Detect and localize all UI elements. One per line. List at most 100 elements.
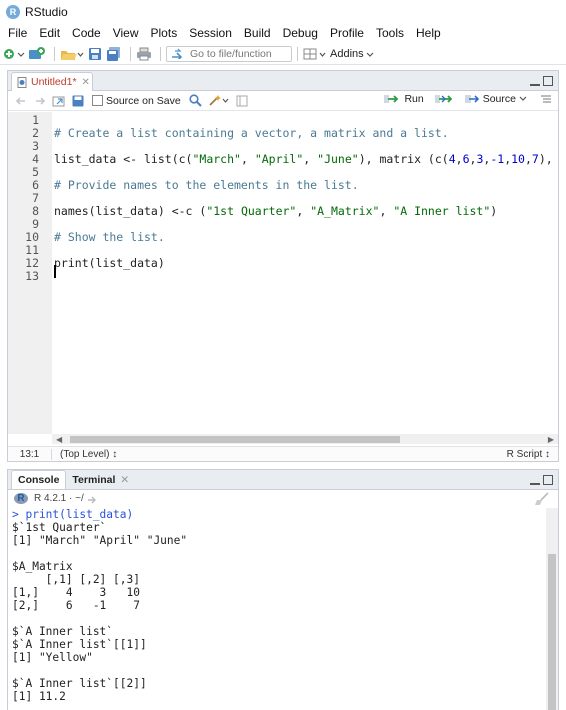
menu-plots[interactable]: Plots bbox=[145, 26, 184, 40]
r-version-label: R 4.2.1 · ~/ bbox=[34, 493, 84, 504]
show-in-window-icon[interactable] bbox=[52, 94, 66, 108]
r-file-icon bbox=[17, 76, 27, 88]
menu-code[interactable]: Code bbox=[66, 26, 107, 40]
code-line[interactable]: list_data <- list(c("March", "April", "J… bbox=[54, 152, 553, 166]
toolbar-separator bbox=[54, 46, 55, 61]
line-number: 6 bbox=[32, 178, 39, 192]
scrollbar-thumb[interactable] bbox=[548, 554, 556, 710]
line-number: 12 bbox=[25, 256, 39, 270]
maximize-pane-icon[interactable] bbox=[543, 475, 553, 485]
scroll-right-arrow-icon[interactable]: ▶ bbox=[548, 435, 554, 444]
source-on-save-checkbox[interactable] bbox=[92, 95, 103, 106]
goto-placeholder: Go to file/function bbox=[190, 47, 272, 60]
console-line: $`A Inner list`[[1]] bbox=[12, 638, 147, 651]
compile-report-icon[interactable] bbox=[235, 94, 249, 108]
menu-build[interactable]: Build bbox=[238, 26, 277, 40]
code-line[interactable]: names(list_data) <-c ("1st Quarter", "A_… bbox=[54, 204, 497, 218]
line-number: 7 bbox=[32, 191, 39, 205]
new-file-button[interactable] bbox=[3, 45, 25, 63]
workspace-panes-button[interactable] bbox=[303, 45, 327, 63]
console-line: [,1] [,2] [,3] bbox=[12, 573, 140, 586]
code-line[interactable]: # Provide names to the elements in the l… bbox=[54, 178, 359, 192]
console-line: [1] 11.2 bbox=[12, 690, 66, 703]
menu-debug[interactable]: Debug bbox=[277, 26, 324, 40]
line-number: 3 bbox=[32, 139, 39, 153]
console-line: $`1st Quarter` bbox=[12, 521, 107, 534]
toolbar-separator bbox=[160, 46, 161, 61]
toolbar-separator bbox=[130, 46, 131, 61]
line-number: 2 bbox=[32, 126, 39, 140]
run-label: Run bbox=[404, 93, 424, 105]
tab-console[interactable]: Console bbox=[11, 470, 67, 489]
tab-terminal[interactable]: Terminal ✕ bbox=[66, 470, 135, 489]
run-button[interactable]: Run bbox=[383, 93, 424, 105]
line-number: 13 bbox=[25, 269, 39, 283]
console-output[interactable]: > print(list_data) $`1st Quarter` [1] "Mar… bbox=[12, 508, 542, 703]
file-type-selector[interactable]: R Script ↕ bbox=[507, 449, 550, 460]
source-label: Source bbox=[482, 93, 516, 105]
open-folder-icon bbox=[61, 50, 84, 60]
r-logo-icon: R bbox=[14, 493, 28, 504]
forward-arrow-icon[interactable] bbox=[33, 94, 47, 108]
open-file-button[interactable] bbox=[60, 45, 84, 63]
tab-untitled1[interactable]: Untitled1* ✕ bbox=[11, 72, 93, 91]
menu-edit[interactable]: Edit bbox=[33, 26, 66, 40]
back-arrow-icon[interactable] bbox=[14, 94, 28, 108]
code-tools-wand-icon[interactable] bbox=[208, 94, 230, 108]
source-editor-pane: Untitled1* ✕ Source on Save Run Source 1… bbox=[7, 70, 559, 462]
rstudio-logo-icon: R bbox=[6, 4, 20, 19]
code-editor[interactable]: 1 2 # Create a list containing a vector, a… bbox=[8, 112, 558, 434]
menu-view[interactable]: View bbox=[107, 26, 145, 40]
tab-close-icon[interactable]: ✕ bbox=[82, 77, 90, 88]
clear-console-broom-icon[interactable] bbox=[534, 492, 550, 506]
close-icon[interactable]: ✕ bbox=[120, 474, 129, 486]
console-info-bar: R R 4.2.1 · ~/ bbox=[8, 490, 558, 507]
line-number: 4 bbox=[32, 152, 39, 166]
go-to-directory-icon[interactable] bbox=[87, 494, 99, 504]
menu-help[interactable]: Help bbox=[410, 26, 447, 40]
minimize-pane-icon[interactable] bbox=[530, 76, 540, 86]
editor-pane-controls bbox=[530, 76, 553, 86]
save-all-button[interactable] bbox=[106, 45, 122, 63]
print-button[interactable] bbox=[136, 45, 152, 63]
scrollbar-thumb[interactable] bbox=[70, 436, 400, 443]
addins-dropdown[interactable]: Addins bbox=[330, 48, 376, 60]
menu-profile[interactable]: Profile bbox=[324, 26, 370, 40]
console-pane: Console Terminal ✕ R R 4.2.1 · ~/ > print… bbox=[7, 469, 559, 710]
save-icon[interactable] bbox=[71, 94, 85, 108]
editor-horizontal-scrollbar[interactable]: ◀ ▶ bbox=[52, 434, 558, 444]
cursor-position: 13:1 bbox=[8, 448, 52, 460]
console-vertical-scrollbar[interactable] bbox=[546, 508, 558, 710]
new-project-icon bbox=[29, 46, 45, 59]
code-line[interactable]: # Create a list containing a vector, a m… bbox=[54, 126, 449, 140]
editor-tab-strip: Untitled1* ✕ bbox=[8, 71, 558, 91]
minimize-pane-icon[interactable] bbox=[530, 475, 540, 485]
new-project-button[interactable] bbox=[28, 45, 46, 63]
save-button[interactable] bbox=[87, 45, 103, 63]
new-file-icon bbox=[4, 48, 25, 59]
console-line: [1] "Yellow" bbox=[12, 651, 93, 664]
line-number: 8 bbox=[32, 204, 39, 218]
title-bar: R RStudio bbox=[0, 0, 566, 23]
scroll-left-arrow-icon[interactable]: ◀ bbox=[56, 435, 62, 444]
console-line: $`A Inner list`[[2]] bbox=[12, 677, 147, 690]
rerun-button[interactable] bbox=[434, 94, 454, 104]
source-arrow-icon bbox=[464, 95, 479, 103]
menu-tools[interactable]: Tools bbox=[370, 26, 410, 40]
document-outline-button[interactable] bbox=[540, 94, 552, 104]
search-icon[interactable] bbox=[189, 94, 203, 108]
toolbar-separator bbox=[297, 46, 298, 61]
code-line[interactable]: # Show the list. bbox=[54, 230, 165, 244]
code-line[interactable]: print(list_data) bbox=[54, 256, 165, 270]
maximize-pane-icon[interactable] bbox=[543, 76, 553, 86]
menu-file[interactable]: File bbox=[2, 26, 33, 40]
line-number: 11 bbox=[25, 243, 39, 257]
window-title: RStudio bbox=[25, 4, 68, 19]
menu-session[interactable]: Session bbox=[183, 26, 238, 40]
source-button[interactable]: Source bbox=[464, 93, 530, 105]
scope-selector[interactable]: (Top Level) ↕ bbox=[52, 449, 117, 460]
tab-terminal-label: Terminal bbox=[72, 473, 116, 486]
goto-file-input[interactable]: Go to file/function bbox=[166, 45, 292, 62]
